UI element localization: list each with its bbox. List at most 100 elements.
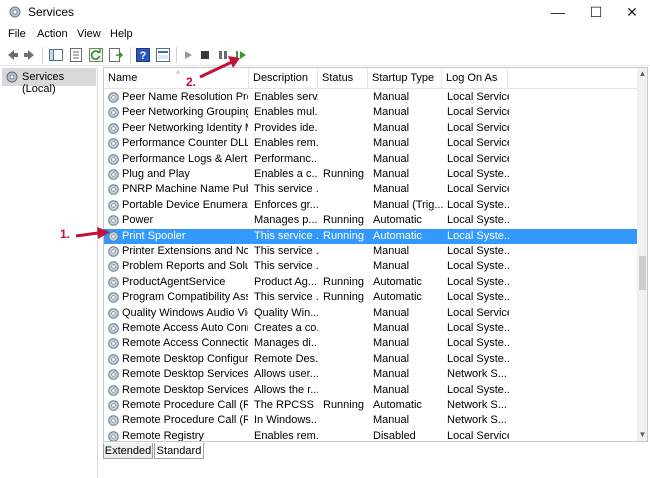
table-row[interactable]: Performance Counter DLL ... Enables rem..… xyxy=(104,136,637,151)
table-row[interactable]: Remote Registry Enables rem... Disabled Loc… xyxy=(104,429,637,442)
minimize-button[interactable]: — xyxy=(538,0,578,24)
title-bar: Services — ☐ ✕ xyxy=(0,0,650,24)
column-header-status[interactable]: Status xyxy=(318,68,368,89)
tab-standard[interactable]: Standard xyxy=(154,443,204,459)
table-row[interactable]: ProductAgentService Product Ag... Running A… xyxy=(104,275,637,290)
menu-help[interactable]: Help xyxy=(110,28,133,40)
pause-service-icon[interactable] xyxy=(215,47,231,63)
service-log-on-as: Local Syste... xyxy=(447,229,509,242)
service-name: Print Spooler xyxy=(122,229,186,242)
service-description: Quality Win... xyxy=(254,306,318,319)
column-header-description[interactable]: Description xyxy=(249,68,318,89)
table-row[interactable]: Remote Desktop Configurat... Remote Des..… xyxy=(104,352,637,367)
service-gear-icon xyxy=(108,369,119,380)
service-description: Enables rem... xyxy=(254,429,318,442)
service-startup-type: Manual xyxy=(373,245,410,257)
service-status xyxy=(323,121,371,136)
back-arrow-icon[interactable] xyxy=(4,47,20,63)
service-status: Running xyxy=(323,214,364,227)
window-title: Services xyxy=(28,5,75,19)
service-status xyxy=(323,321,371,336)
service-log-on-as: Network S... xyxy=(447,399,507,411)
table-row[interactable]: Peer Networking Identity M... Provides id… xyxy=(104,121,637,136)
service-status xyxy=(323,136,371,151)
menu-action[interactable]: Action xyxy=(37,28,68,40)
service-name: Peer Networking Grouping xyxy=(122,106,248,119)
table-row[interactable]: Plug and Play Enables a c... Running Manual… xyxy=(104,167,637,182)
table-row[interactable]: Remote Desktop Services U... Allows the r… xyxy=(104,383,637,398)
show-hide-console-tree-icon[interactable] xyxy=(48,47,64,63)
close-button[interactable]: ✕ xyxy=(612,0,650,24)
service-gear-icon xyxy=(108,246,119,257)
service-status xyxy=(323,367,371,382)
export-list-icon[interactable] xyxy=(108,47,124,63)
service-status xyxy=(323,429,371,441)
service-gear-icon xyxy=(108,323,119,334)
service-log-on-as: Local Service xyxy=(447,121,509,134)
service-startup-type: Manual xyxy=(373,183,410,196)
service-name: Remote Desktop Services xyxy=(122,368,248,381)
scroll-down-icon[interactable]: ▼ xyxy=(637,429,647,441)
mmc-view-icon[interactable] xyxy=(155,47,171,63)
properties-list-icon[interactable] xyxy=(68,47,84,63)
vertical-scrollbar[interactable]: ▲ ▼ xyxy=(637,68,647,441)
help-icon[interactable]: ? xyxy=(135,47,151,63)
service-startup-type: Manual xyxy=(373,137,410,150)
service-gear-icon xyxy=(108,430,119,441)
table-row[interactable]: Problem Reports and Soluti... This servic… xyxy=(104,259,637,274)
restart-service-icon[interactable] xyxy=(233,47,249,63)
table-row[interactable]: Peer Networking Grouping Enables mul... Ma… xyxy=(104,105,637,120)
service-description: This service ... xyxy=(254,260,318,273)
service-log-on-as: Network S... xyxy=(447,414,507,427)
service-status xyxy=(323,152,371,167)
service-name: Printer Extensions and Notif... xyxy=(122,245,248,257)
annotation-step-1: 1. xyxy=(60,227,71,241)
service-log-on-as: Local Syste... xyxy=(447,214,509,227)
scroll-thumb[interactable] xyxy=(639,256,646,290)
service-startup-type: Manual xyxy=(373,352,410,365)
table-row[interactable]: Remote Desktop Services Allows user... Man… xyxy=(104,367,637,382)
table-row[interactable]: Print Spooler This service ... Running Auto… xyxy=(104,228,637,244)
table-row[interactable]: Remote Access Auto Conne... Creates a co.… xyxy=(104,321,637,336)
table-row[interactable]: PNRP Machine Name Publi... This service .… xyxy=(104,182,637,197)
table-row[interactable]: Remote Procedure Call (RPC) The RPCSS ...… xyxy=(104,398,637,413)
table-row[interactable]: Performance Logs & Alerts Performanc... Ma… xyxy=(104,152,637,167)
table-row[interactable]: Program Compatibility Assi... This servic… xyxy=(104,290,637,305)
service-description: Enables a c... xyxy=(254,168,318,180)
table-row[interactable]: Power Manages p... Running Automatic Local S… xyxy=(104,213,637,228)
forward-arrow-icon[interactable] xyxy=(22,47,38,63)
service-description: This service ... xyxy=(254,291,318,304)
service-startup-type: Manual (Trig... xyxy=(373,198,443,211)
table-row[interactable]: Remote Procedure Call (RP... In Windows..… xyxy=(104,413,637,428)
menu-view[interactable]: View xyxy=(77,28,101,40)
tree-node-services-local[interactable]: Services (Local) xyxy=(2,68,96,95)
table-row[interactable]: Peer Name Resolution Prot... Enables serv… xyxy=(104,90,637,105)
tab-extended[interactable]: Extended xyxy=(103,443,153,459)
refresh-icon[interactable] xyxy=(88,47,104,63)
stop-service-icon[interactable] xyxy=(197,47,213,63)
table-row[interactable]: Quality Windows Audio Vid... Quality Win.… xyxy=(104,306,637,321)
service-description: Manages p... xyxy=(254,214,318,227)
maximize-button[interactable]: ☐ xyxy=(576,0,616,24)
column-header-name[interactable]: ^ Name xyxy=(104,68,249,89)
table-row[interactable]: Portable Device Enumerator... Enforces gr… xyxy=(104,198,637,213)
tree-node-label: Services (Local) xyxy=(22,71,65,95)
service-log-on-as: Local Service xyxy=(447,106,509,119)
service-log-on-as: Local Service xyxy=(447,429,509,442)
service-description: Remote Des... xyxy=(254,352,318,365)
view-tabs: Extended Standard xyxy=(103,443,403,459)
service-gear-icon xyxy=(108,307,119,319)
service-status xyxy=(323,90,371,105)
service-gear-icon xyxy=(108,107,119,119)
scroll-up-icon[interactable]: ▲ xyxy=(637,68,647,80)
column-header-log-on-as[interactable]: Log On As xyxy=(442,68,508,89)
table-row[interactable]: Remote Access Connection... Manages di...… xyxy=(104,336,637,351)
start-service-icon[interactable] xyxy=(180,47,196,63)
service-log-on-as: Network S... xyxy=(447,368,507,381)
table-row[interactable]: Printer Extensions and Notif... This serv… xyxy=(104,244,637,259)
service-gear-icon xyxy=(108,400,119,411)
menu-file[interactable]: File xyxy=(8,28,26,40)
service-startup-type: Manual xyxy=(373,383,410,396)
service-gear-icon xyxy=(108,169,119,180)
column-header-startup-type[interactable]: Startup Type xyxy=(368,68,442,89)
